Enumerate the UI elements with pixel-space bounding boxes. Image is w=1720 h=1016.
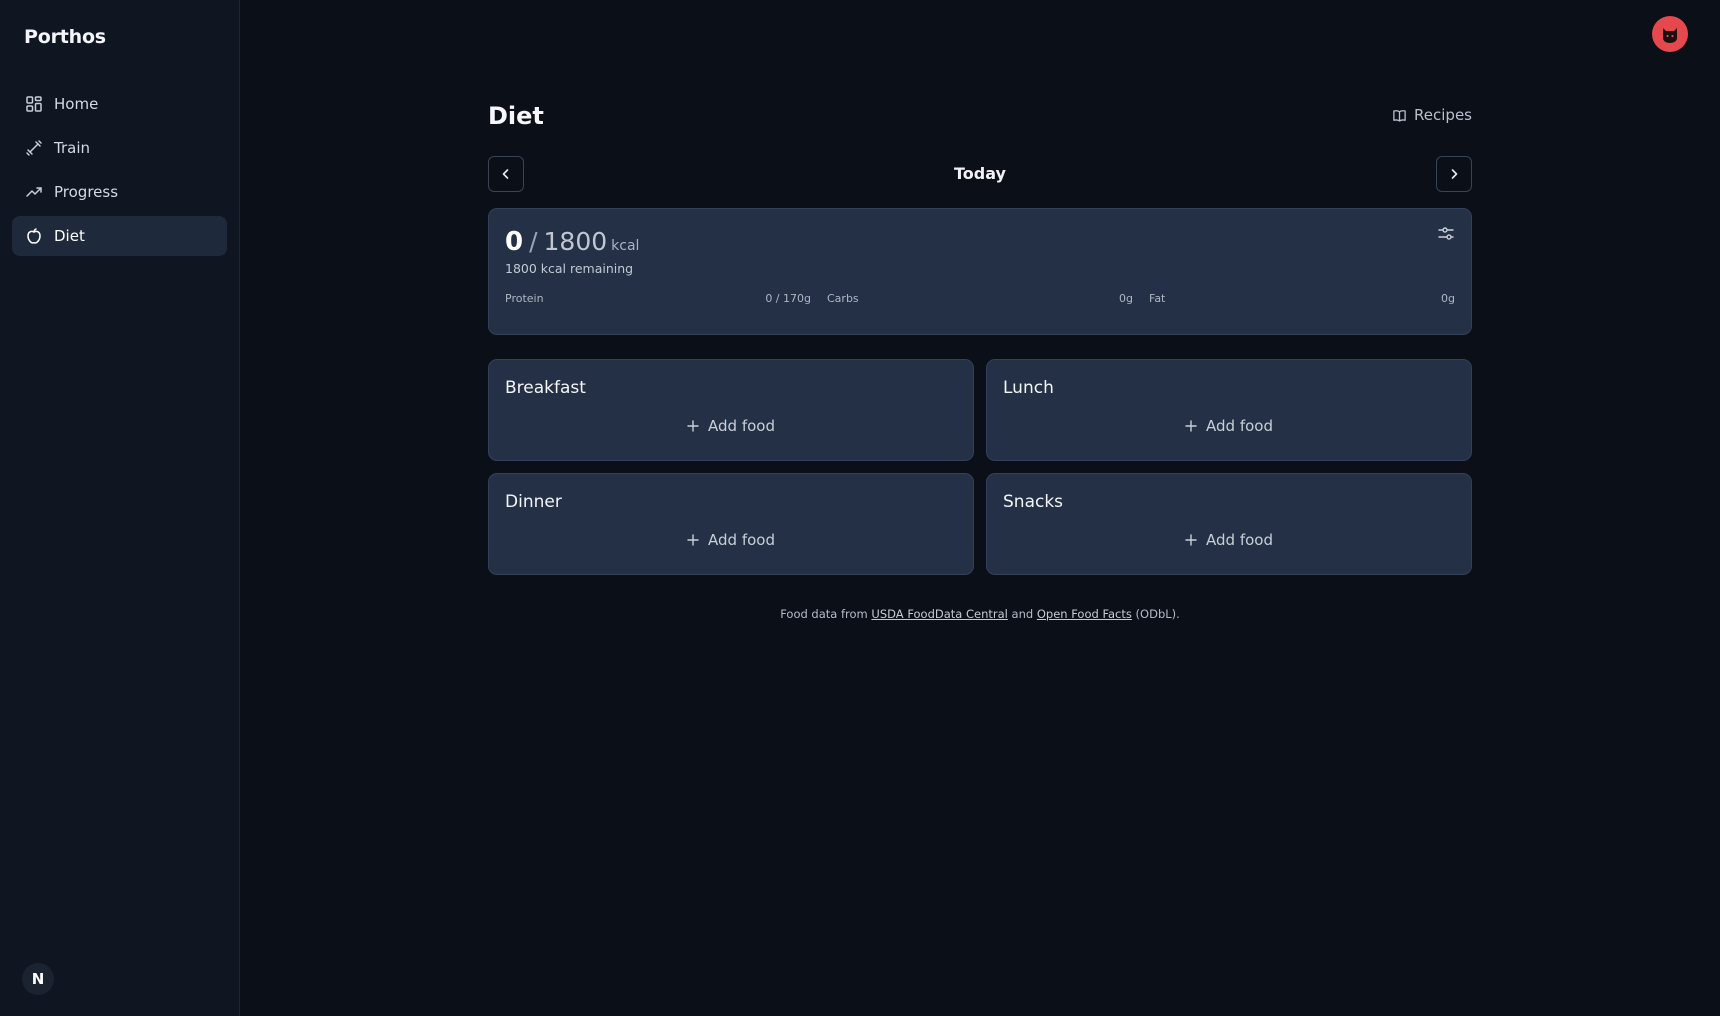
calories-separator: / [529, 227, 538, 256]
meal-title: Breakfast [505, 378, 586, 398]
meal-title: Snacks [1003, 492, 1064, 512]
add-food-button[interactable]: Add food [987, 531, 1471, 549]
plus-icon [687, 534, 699, 546]
macro-label: Fat [1149, 292, 1166, 305]
chevron-right-icon [1451, 169, 1458, 179]
sidebar-item-label: Train [54, 139, 90, 157]
plus-icon [1185, 420, 1197, 432]
attribution-middle: and [1011, 607, 1034, 621]
app-brand[interactable]: Porthos [24, 26, 106, 48]
sidebar-item-train[interactable]: Train [12, 128, 227, 168]
meals-grid: Breakfast Add food Lunch Add food Dinner [488, 359, 1472, 575]
sidebar-item-label: Diet [54, 227, 85, 245]
macro-value: 0g [1119, 292, 1133, 305]
book-icon [1393, 109, 1406, 122]
next-day-button[interactable] [1436, 156, 1472, 192]
macro-protein: Protein 0 / 170g [505, 292, 811, 305]
add-food-button[interactable]: Add food [489, 531, 973, 549]
meal-card-lunch: Lunch Add food [986, 359, 1472, 461]
macro-fat: Fat 0g [1149, 292, 1455, 305]
calories-remaining: 1800 kcal remaining [505, 261, 634, 276]
attribution-suffix: (ODbL). [1135, 607, 1180, 621]
calorie-total: 0 / 1800 kcal [505, 227, 639, 257]
calorie-goal: 1800 [543, 227, 608, 256]
meal-card-snacks: Snacks Add food [986, 473, 1472, 575]
open-food-facts-link[interactable]: Open Food Facts [1037, 607, 1132, 621]
sidebar: Porthos Home Train Progress Diet N [0, 0, 240, 1016]
add-food-button[interactable]: Add food [987, 417, 1471, 435]
next-badge[interactable]: N [22, 963, 54, 995]
sidebar-item-home[interactable]: Home [12, 84, 227, 124]
calories-eaten: 0 [505, 227, 524, 257]
attribution-prefix: Food data from [780, 607, 868, 621]
sidebar-item-diet[interactable]: Diet [12, 216, 227, 256]
page-title: Diet [488, 102, 544, 130]
macro-value: 0 / 170g [765, 292, 811, 305]
cat-avatar-icon [1663, 28, 1677, 43]
macro-label: Carbs [827, 292, 859, 305]
plus-icon [1185, 534, 1197, 546]
add-food-label: Add food [1206, 417, 1273, 435]
apple-icon [25, 227, 43, 245]
day-navigator: Today [488, 156, 1472, 192]
user-avatar[interactable] [1652, 16, 1688, 52]
macro-carbs: Carbs 0g [827, 292, 1133, 305]
meal-title: Lunch [1003, 378, 1054, 398]
add-food-label: Add food [708, 417, 775, 435]
macro-value: 0g [1441, 292, 1455, 305]
trending-up-icon [25, 183, 43, 201]
meal-card-dinner: Dinner Add food [488, 473, 974, 575]
sidebar-item-progress[interactable]: Progress [12, 172, 227, 212]
sidebar-nav: Home Train Progress Diet [12, 84, 227, 260]
grid-icon [25, 95, 43, 113]
sidebar-item-label: Progress [54, 183, 119, 201]
add-food-label: Add food [708, 531, 775, 549]
sliders-icon [1438, 227, 1454, 240]
sidebar-item-label: Home [54, 95, 99, 113]
current-day-label: Today [954, 164, 1006, 183]
recipes-label: Recipes [1414, 106, 1472, 124]
usda-link[interactable]: USDA FoodData Central [871, 607, 1007, 621]
meal-card-breakfast: Breakfast Add food [488, 359, 974, 461]
add-food-button[interactable]: Add food [489, 417, 973, 435]
recipes-link[interactable]: Recipes [1392, 106, 1472, 124]
goals-settings-button[interactable] [1437, 225, 1455, 243]
food-data-attribution: Food data from USDA FoodData Central and… [488, 607, 1472, 621]
dumbbell-icon [25, 139, 43, 157]
macro-summary: Protein 0 / 170g Carbs 0g Fat 0g [505, 292, 1455, 305]
calorie-unit: kcal [611, 238, 640, 254]
plus-icon [687, 420, 699, 432]
macro-label: Protein [505, 292, 544, 305]
add-food-label: Add food [1206, 531, 1273, 549]
meal-title: Dinner [505, 492, 562, 512]
calorie-summary-card: 0 / 1800 kcal 1800 kcal remaining Protei… [488, 208, 1472, 335]
